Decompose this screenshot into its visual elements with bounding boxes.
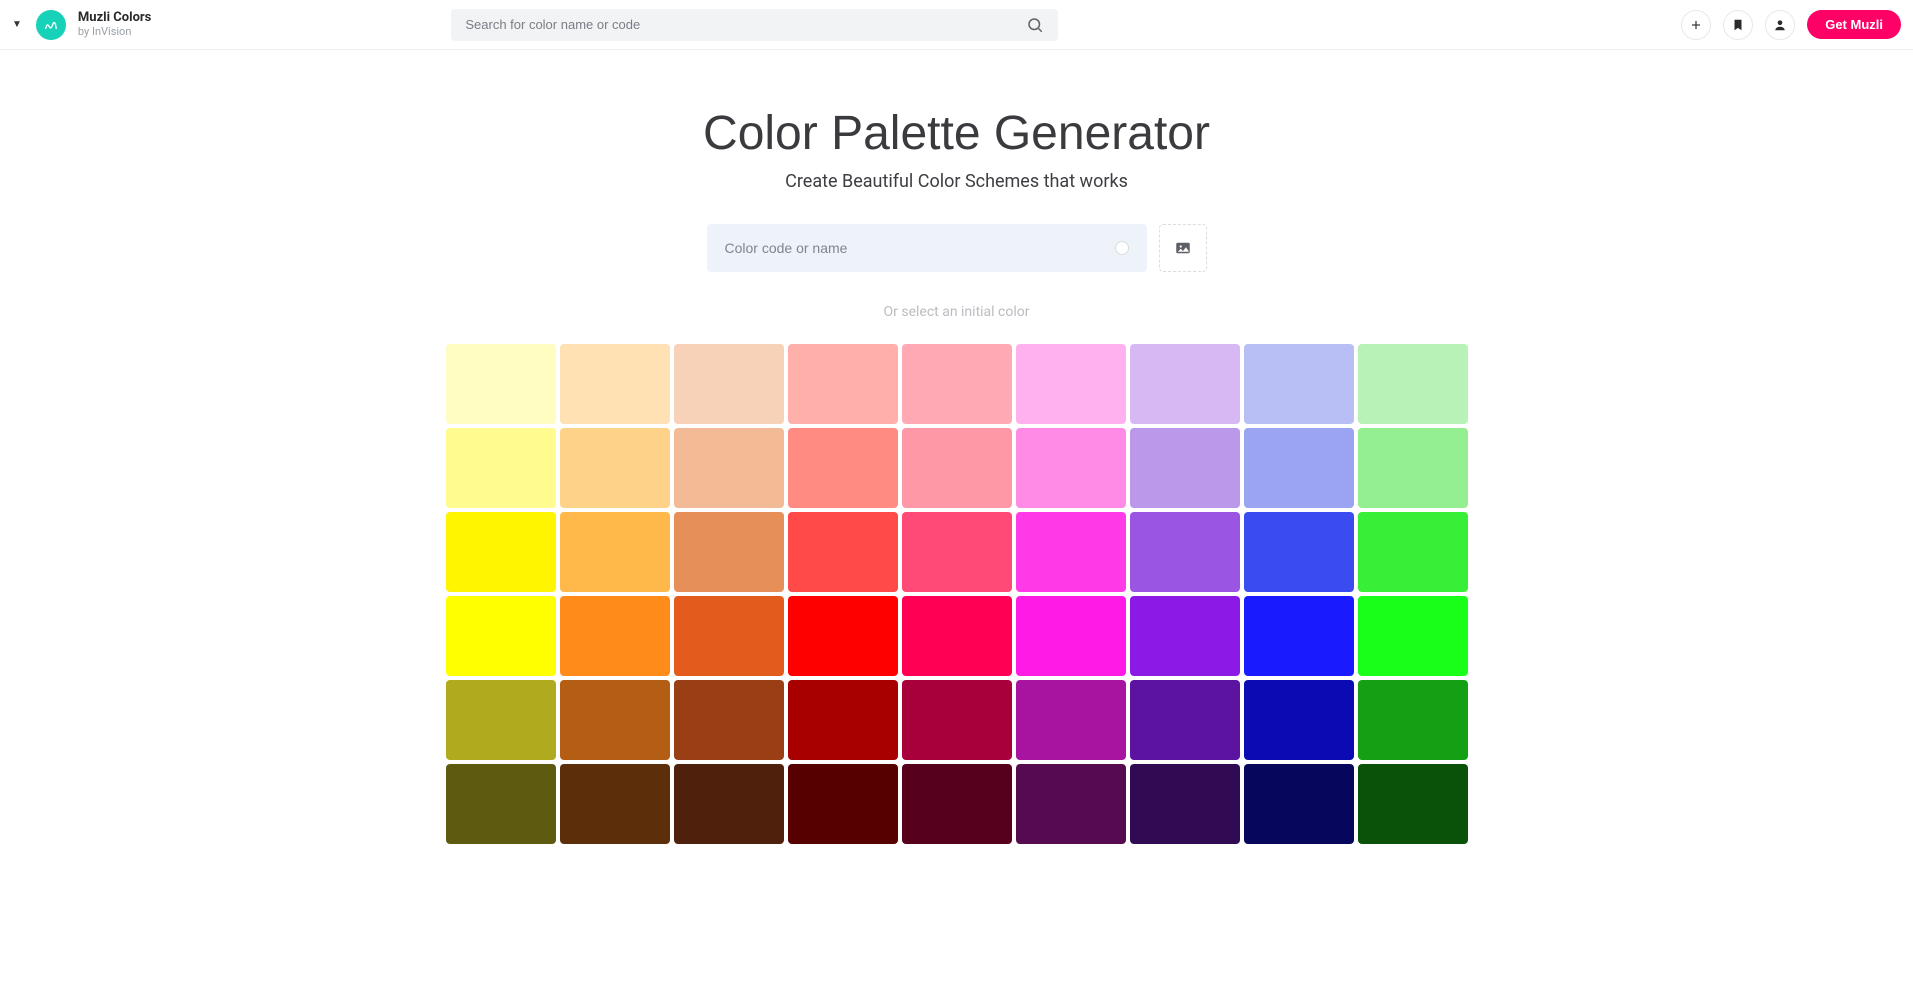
color-swatch[interactable]	[1358, 764, 1468, 844]
color-swatch[interactable]	[1130, 344, 1240, 424]
color-swatch[interactable]	[560, 764, 670, 844]
color-swatch[interactable]	[674, 344, 784, 424]
color-swatch[interactable]	[446, 680, 556, 760]
dropdown-caret-icon[interactable]: ▼	[12, 19, 22, 30]
search-icon[interactable]	[1026, 16, 1044, 34]
hint-text: Or select an initial color	[407, 304, 1507, 320]
header: ▼ Muzli Colors by InVision Get Muzli	[0, 0, 1913, 50]
color-swatch[interactable]	[788, 680, 898, 760]
color-swatch[interactable]	[560, 428, 670, 508]
color-swatch[interactable]	[1130, 512, 1240, 592]
color-swatch[interactable]	[902, 596, 1012, 676]
color-swatch[interactable]	[1358, 596, 1468, 676]
color-swatch[interactable]	[1016, 512, 1126, 592]
page-title: Color Palette Generator	[407, 106, 1507, 161]
color-swatch[interactable]	[1358, 428, 1468, 508]
color-swatch[interactable]	[446, 764, 556, 844]
image-icon	[1174, 239, 1192, 257]
color-swatch[interactable]	[1130, 764, 1240, 844]
color-swatch[interactable]	[1016, 764, 1126, 844]
color-swatch[interactable]	[788, 344, 898, 424]
input-row	[407, 224, 1507, 272]
color-swatch[interactable]	[788, 428, 898, 508]
color-swatch[interactable]	[560, 680, 670, 760]
bookmark-icon	[1731, 18, 1745, 32]
color-swatch[interactable]	[674, 512, 784, 592]
color-swatch[interactable]	[1016, 344, 1126, 424]
color-swatch[interactable]	[788, 596, 898, 676]
color-swatch[interactable]	[1358, 344, 1468, 424]
add-button[interactable]	[1681, 10, 1711, 40]
color-swatch[interactable]	[446, 344, 556, 424]
color-swatch[interactable]	[902, 428, 1012, 508]
color-swatch[interactable]	[560, 512, 670, 592]
color-swatch[interactable]	[1244, 764, 1354, 844]
color-swatch[interactable]	[1358, 512, 1468, 592]
bookmark-button[interactable]	[1723, 10, 1753, 40]
header-left: ▼ Muzli Colors by InVision	[12, 10, 151, 40]
get-muzli-button[interactable]: Get Muzli	[1807, 10, 1901, 39]
color-swatch[interactable]	[560, 596, 670, 676]
input-swatch-preview[interactable]	[1115, 241, 1129, 255]
color-swatch[interactable]	[1244, 596, 1354, 676]
color-input[interactable]	[725, 240, 1115, 256]
color-swatch[interactable]	[674, 680, 784, 760]
color-input-box[interactable]	[707, 224, 1147, 272]
brand-sub: by InVision	[78, 26, 151, 39]
color-swatch[interactable]	[674, 764, 784, 844]
brand-name: Muzli Colors	[78, 11, 151, 26]
main: Color Palette Generator Create Beautiful…	[407, 50, 1507, 844]
color-swatch[interactable]	[674, 596, 784, 676]
page-subtitle: Create Beautiful Color Schemes that work…	[407, 171, 1507, 192]
account-button[interactable]	[1765, 10, 1795, 40]
color-swatch[interactable]	[1130, 680, 1240, 760]
plus-icon	[1689, 18, 1703, 32]
header-right: Get Muzli	[1681, 10, 1901, 40]
brand-text: Muzli Colors by InVision	[78, 11, 151, 39]
color-swatch[interactable]	[446, 428, 556, 508]
color-swatch[interactable]	[902, 512, 1012, 592]
color-swatch[interactable]	[1130, 596, 1240, 676]
color-swatch[interactable]	[674, 428, 784, 508]
color-swatch[interactable]	[446, 512, 556, 592]
color-swatch[interactable]	[788, 512, 898, 592]
header-search[interactable]	[451, 9, 1058, 41]
color-swatch[interactable]	[1244, 428, 1354, 508]
color-swatch[interactable]	[788, 764, 898, 844]
color-swatch[interactable]	[902, 680, 1012, 760]
color-swatch[interactable]	[1016, 680, 1126, 760]
color-swatch[interactable]	[1244, 680, 1354, 760]
color-grid	[446, 344, 1468, 844]
color-swatch[interactable]	[902, 344, 1012, 424]
color-swatch[interactable]	[1016, 428, 1126, 508]
upload-image-button[interactable]	[1159, 224, 1207, 272]
search-input[interactable]	[465, 17, 1026, 32]
color-swatch[interactable]	[1358, 680, 1468, 760]
color-swatch[interactable]	[1244, 512, 1354, 592]
color-swatch[interactable]	[902, 764, 1012, 844]
color-swatch[interactable]	[1016, 596, 1126, 676]
color-swatch[interactable]	[1244, 344, 1354, 424]
color-swatch[interactable]	[446, 596, 556, 676]
color-swatch[interactable]	[1130, 428, 1240, 508]
user-icon	[1773, 18, 1787, 32]
muzli-logo[interactable]	[36, 10, 66, 40]
color-swatch[interactable]	[560, 344, 670, 424]
